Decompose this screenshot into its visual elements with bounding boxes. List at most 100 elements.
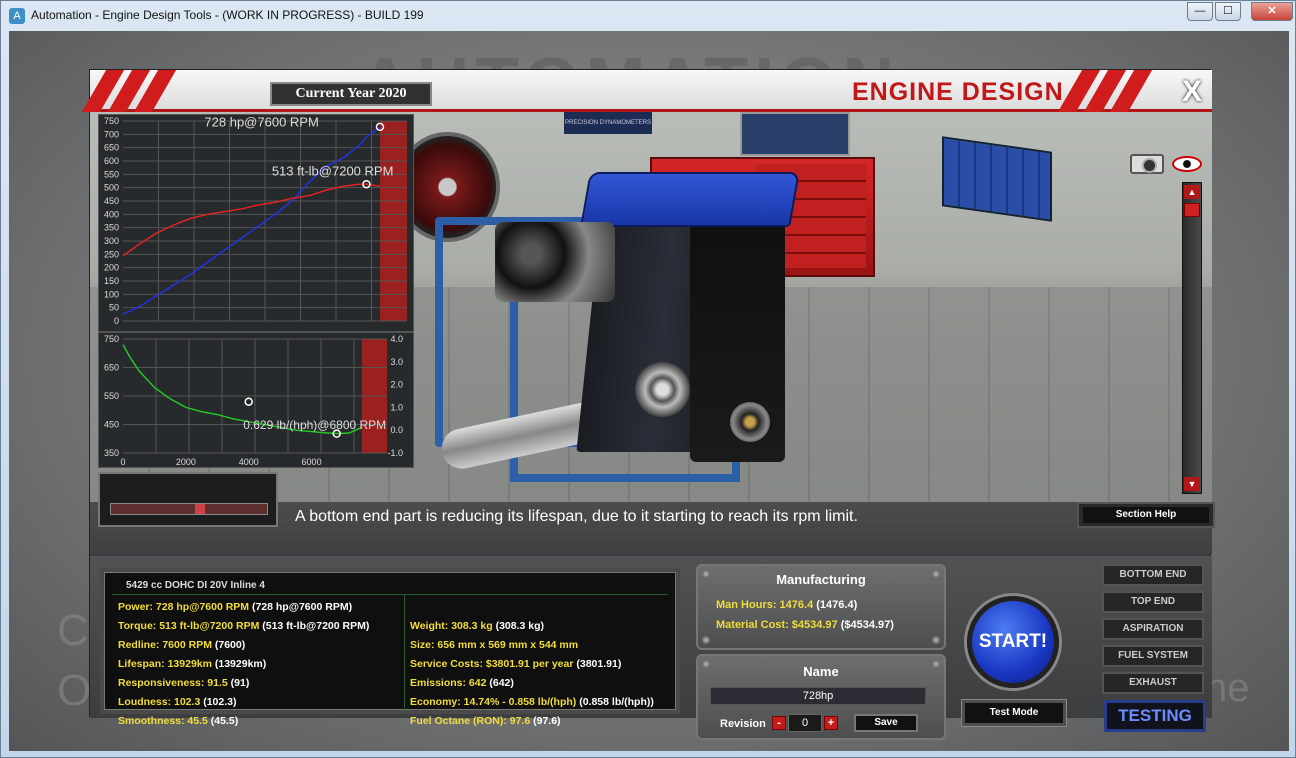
y-tick-label: 150 bbox=[104, 276, 119, 286]
stat-row: Emissions: 642 (642) bbox=[410, 677, 514, 689]
section-help-label: Section Help bbox=[1083, 507, 1209, 523]
scroll-up-icon[interactable]: ▲ bbox=[1184, 185, 1200, 199]
stat-label: Economy: 14.74% - 0.858 lb/(hph) bbox=[410, 696, 577, 708]
y-tick-label: 600 bbox=[104, 156, 119, 166]
scroll-thumb[interactable] bbox=[1184, 203, 1200, 217]
y-tick-label: 350 bbox=[104, 223, 119, 233]
stat-value: (91) bbox=[227, 677, 250, 689]
close-button[interactable]: ✕ bbox=[1251, 2, 1293, 21]
economy-plot: 350 450 550 650 750 -1.0 0.0 1.0 2.0 3.0 4.0 0 2000 4… bbox=[104, 334, 403, 467]
stat-row: Torque: 513 ft-lb@7200 RPM (513 ft-lb@72… bbox=[118, 620, 369, 632]
stat-row: Service Costs: $3801.91 per year (3801.9… bbox=[410, 658, 621, 670]
material-cost: Material Cost: $4534.97 ($4534.97) bbox=[716, 619, 894, 631]
stat-row: Loudness: 102.3 (102.3) bbox=[118, 696, 236, 708]
y-tick-label: 650 bbox=[104, 363, 119, 373]
redline-zone bbox=[379, 121, 407, 321]
save-button[interactable]: Save bbox=[854, 714, 918, 732]
man-hours-label: Man Hours: 1476.4 bbox=[716, 599, 814, 611]
y2-tick-label: 2.0 bbox=[390, 380, 403, 390]
stat-row: Smoothness: 45.5 (45.5) bbox=[118, 715, 238, 727]
stat-label: Fuel Octane (RON): 97.6 bbox=[410, 715, 531, 727]
app-icon: A bbox=[9, 8, 25, 24]
y-tick-label: 0 bbox=[114, 316, 119, 326]
divider bbox=[404, 594, 405, 712]
minimize-button[interactable]: — bbox=[1187, 2, 1213, 21]
manufacturing-title: Manufacturing bbox=[776, 572, 866, 587]
section-aspiration[interactable]: ASPIRATION bbox=[1102, 618, 1204, 640]
view-slider-panel bbox=[98, 472, 278, 527]
peak-annotation: 513 ft-lb@7200 RPM bbox=[272, 164, 394, 179]
engine-name-field[interactable]: 728hp bbox=[710, 687, 926, 705]
view-slider[interactable] bbox=[110, 503, 268, 515]
start-button[interactable]: START! bbox=[967, 596, 1059, 688]
section-exhaust[interactable]: EXHAUST bbox=[1102, 672, 1204, 694]
wall-poster: PRECISION DYNAMOMETERS bbox=[564, 112, 652, 134]
stat-row: Economy: 14.74% - 0.858 lb/(hph) (0.858 … bbox=[410, 696, 654, 708]
y-tick-label: 750 bbox=[104, 116, 119, 126]
background-text: O bbox=[57, 666, 92, 715]
title-bar: A Automation - Engine Design Tools - (WO… bbox=[1, 1, 1296, 31]
y2-tick-label: 1.0 bbox=[390, 402, 403, 412]
y-tick-label: 550 bbox=[104, 169, 119, 179]
cylinder-head bbox=[580, 172, 800, 227]
stat-value: (513 ft-lb@7200 RPM) bbox=[259, 620, 370, 632]
stat-value: (13929km) bbox=[211, 658, 267, 670]
view-tools bbox=[1130, 150, 1202, 176]
close-panel-button[interactable]: X bbox=[1182, 75, 1202, 109]
section-top-end[interactable]: TOP END bbox=[1102, 591, 1204, 613]
revision-decrement-button[interactable]: - bbox=[772, 716, 786, 730]
y2-tick-label: 0.0 bbox=[390, 425, 403, 435]
economy-chart: 350 450 550 650 750 -1.0 0.0 1.0 2.0 3.0 4.0 0 2000 4… bbox=[98, 332, 414, 468]
revision-increment-button[interactable]: + bbox=[824, 716, 838, 730]
section-bottom-end[interactable]: BOTTOM END bbox=[1102, 564, 1204, 586]
stat-label: Smoothness: 45.5 bbox=[118, 715, 208, 727]
x-tick-label: 6000 bbox=[302, 457, 322, 467]
tensioner-pulley bbox=[730, 402, 770, 442]
app-window: A Automation - Engine Design Tools - (WO… bbox=[0, 0, 1296, 758]
y-tick-label: 550 bbox=[104, 391, 119, 401]
parts-bins bbox=[942, 136, 1052, 222]
y-tick-label: 450 bbox=[104, 420, 119, 430]
manufacturing-panel: Manufacturing Man Hours: 1476.4 (1476.4)… bbox=[696, 564, 946, 650]
stat-value: (728 hp@7600 RPM) bbox=[249, 601, 353, 613]
stat-value: (97.6) bbox=[530, 715, 561, 727]
window-title: Automation - Engine Design Tools - (WORK… bbox=[31, 8, 424, 22]
y-tick-label: 200 bbox=[104, 263, 119, 273]
test-mode-button[interactable]: Test Mode bbox=[962, 700, 1066, 726]
section-help-button[interactable]: Section Help bbox=[1077, 502, 1215, 528]
man-hours-value: (1476.4) bbox=[816, 599, 858, 611]
stat-label: Redline: 7600 RPM bbox=[118, 639, 212, 651]
bolt-icon bbox=[932, 636, 940, 644]
stat-value: (308.3 kg) bbox=[492, 620, 545, 632]
peak-annotation: 728 hp@7600 RPM bbox=[204, 115, 318, 129]
y-tick-label: 50 bbox=[109, 303, 119, 313]
stat-label: Loudness: 102.3 bbox=[118, 696, 201, 708]
y-tick-label: 250 bbox=[104, 249, 119, 259]
y-tick-label: 400 bbox=[104, 209, 119, 219]
section-fuel-system[interactable]: FUEL SYSTEM bbox=[1102, 645, 1204, 667]
material-cost-label: Material Cost: $4534.97 bbox=[716, 619, 838, 631]
eye-icon[interactable] bbox=[1172, 156, 1202, 172]
camera-icon[interactable] bbox=[1130, 154, 1164, 174]
name-title: Name bbox=[803, 664, 839, 679]
x-tick-label: 2000 bbox=[176, 457, 196, 467]
view-scrollbar[interactable]: ▲ ▼ bbox=[1182, 182, 1202, 494]
revision-label: Revision bbox=[720, 718, 766, 730]
slider-thumb[interactable] bbox=[195, 504, 205, 514]
scroll-down-icon[interactable]: ▼ bbox=[1184, 477, 1200, 491]
maximize-button[interactable]: ☐ bbox=[1215, 2, 1241, 21]
stat-value: (642) bbox=[486, 677, 514, 689]
y-tick-label: 500 bbox=[104, 183, 119, 193]
divider bbox=[112, 594, 668, 595]
stat-value: (45.5) bbox=[207, 715, 239, 727]
man-hours: Man Hours: 1476.4 (1476.4) bbox=[716, 599, 857, 611]
page-title: ENGINE DESIGN bbox=[852, 78, 1064, 106]
testing-button[interactable]: TESTING bbox=[1104, 700, 1206, 732]
stat-label: Responsiveness: 91.5 bbox=[118, 677, 228, 689]
series-torque-line bbox=[122, 183, 381, 257]
stat-row: Power: 728 hp@7600 RPM (728 hp@7600 RPM) bbox=[118, 601, 352, 613]
stat-value: (3801.91) bbox=[573, 658, 622, 670]
stat-label: Lifespan: 13929km bbox=[118, 658, 212, 670]
power-torque-chart: 0 50 100 150 200 250 300 350 400 450 500 550 600 650 7… bbox=[98, 114, 414, 332]
material-cost-value: ($4534.97) bbox=[840, 619, 894, 631]
